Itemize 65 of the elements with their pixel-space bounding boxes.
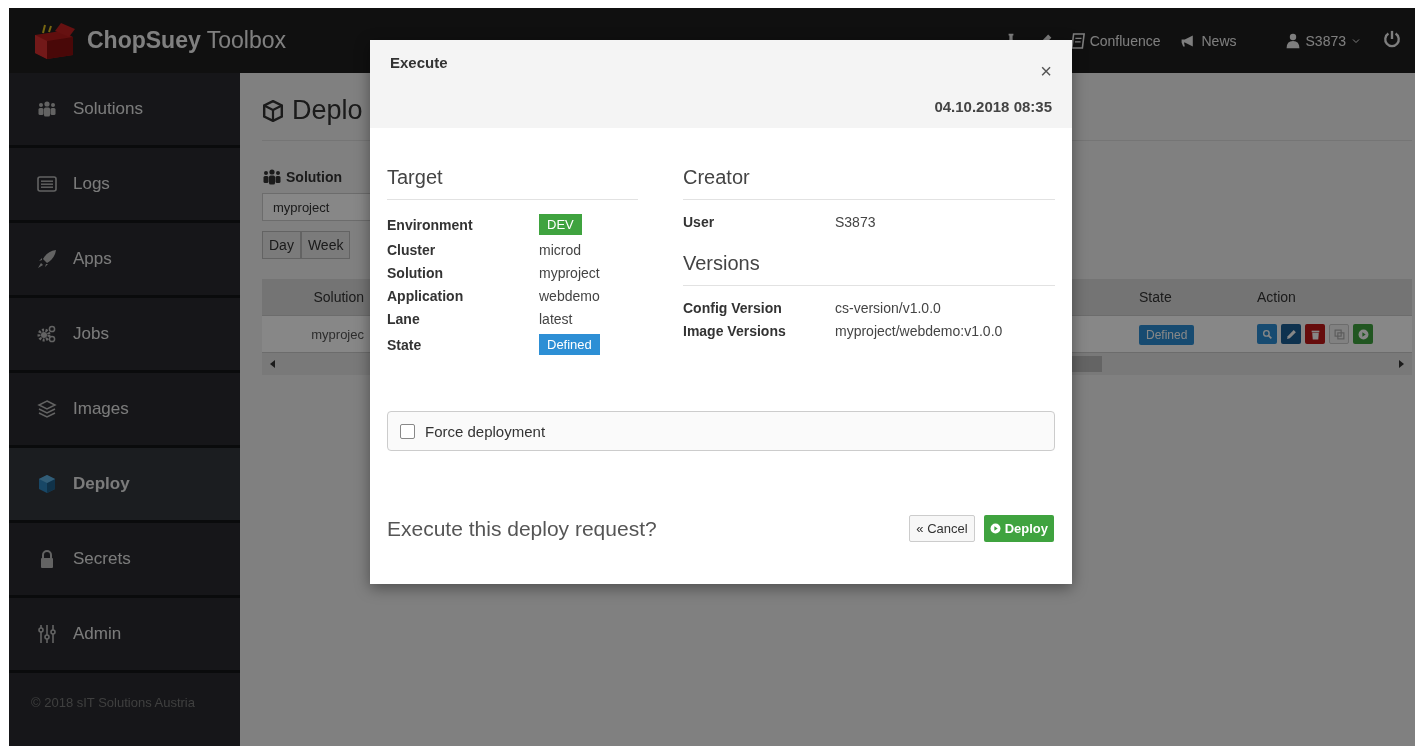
field-label: Image Versions xyxy=(683,323,787,339)
field-label: Solution xyxy=(387,265,444,281)
edit-button[interactable] xyxy=(1281,324,1301,344)
field-label: Config Version xyxy=(683,300,783,316)
field-value: microd xyxy=(539,242,582,258)
sidebar-item[interactable]: Deploy xyxy=(9,448,240,523)
play-circle-icon xyxy=(989,523,1001,534)
dialog-date: 04.10.2018 08:35 xyxy=(934,97,1052,117)
gears-icon xyxy=(37,324,57,344)
field-value: webdemo xyxy=(539,288,601,304)
deploy-button[interactable]: Deploy xyxy=(983,515,1054,542)
field-label: Application xyxy=(387,288,465,304)
force-checkbox[interactable] xyxy=(400,423,415,439)
pencil-icon xyxy=(1285,328,1297,340)
section-heading: Target xyxy=(387,166,638,200)
app-title: ChopSuey Toolbox xyxy=(87,27,286,54)
sliders-icon xyxy=(37,624,57,644)
delete-button[interactable] xyxy=(1305,324,1325,344)
people-icon xyxy=(262,167,282,187)
column-header: Solution xyxy=(312,289,365,305)
dialog-title: Execute xyxy=(390,54,449,73)
section-heading: Creator xyxy=(683,166,1055,200)
status-badge: Defined xyxy=(1139,324,1195,345)
close-button[interactable]: × xyxy=(1040,54,1052,88)
column-header: State xyxy=(1139,289,1173,305)
run-button[interactable] xyxy=(1353,324,1373,344)
section-heading: Versions xyxy=(683,252,1055,286)
page-title: Deplo xyxy=(292,95,363,126)
field-value: myproject/webdemo:v1.0.0 xyxy=(835,323,1004,339)
field-label: State xyxy=(387,336,423,353)
status-badge: DEV xyxy=(539,214,582,235)
layers-icon xyxy=(37,399,57,419)
trash-icon xyxy=(1309,328,1321,340)
cube-icon xyxy=(262,99,284,122)
power-icon xyxy=(1383,30,1401,48)
user-icon xyxy=(1284,32,1301,49)
scroll-left-icon xyxy=(268,358,276,370)
scroll-right-icon xyxy=(1398,358,1406,370)
checkbox-label: Force deployment xyxy=(425,422,546,440)
cancel-button[interactable]: « Cancel xyxy=(909,515,975,542)
field-value: cs-version/v1.0.0 xyxy=(835,300,942,316)
field-label: Cluster xyxy=(387,242,437,258)
table-cell-text: myprojec xyxy=(310,326,365,342)
copy-icon xyxy=(1333,328,1345,340)
view-button[interactable] xyxy=(1257,324,1277,344)
range-button[interactable]: Day xyxy=(262,231,301,259)
user-menu[interactable]: S3873 xyxy=(1284,32,1361,49)
column-header: Action xyxy=(1257,289,1297,305)
nav-link[interactable]: News xyxy=(1178,32,1237,49)
nav-link[interactable]: Confluence xyxy=(1070,32,1161,49)
field-label: User xyxy=(683,214,716,230)
confirm-question: Execute this deploy request? xyxy=(387,516,657,541)
field-value: myproject xyxy=(539,265,601,281)
field-value: S3873 xyxy=(835,214,877,230)
people-icon xyxy=(37,99,57,119)
search-icon xyxy=(1261,328,1273,340)
rocket-icon xyxy=(37,249,57,269)
status-badge: Defined xyxy=(539,334,600,355)
field-label: Lane xyxy=(387,311,421,327)
play-circle-icon xyxy=(1357,328,1369,340)
range-button[interactable]: Week xyxy=(300,231,351,259)
field-label: Solution xyxy=(286,169,342,185)
field-value: latest xyxy=(539,311,574,327)
list-icon xyxy=(37,174,57,194)
cube-icon xyxy=(37,474,57,494)
